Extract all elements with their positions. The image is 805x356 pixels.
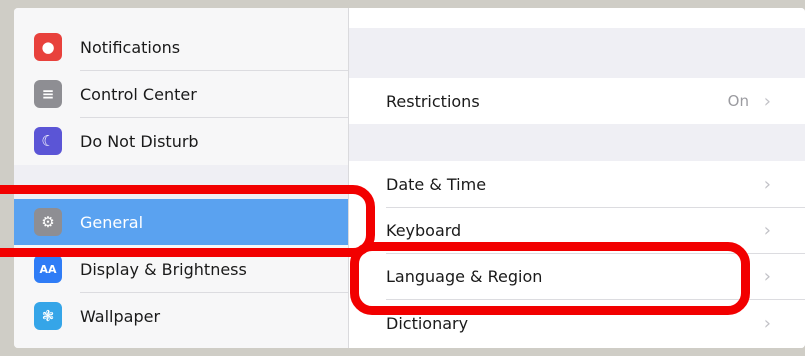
- notifications-icon: ●: [34, 33, 62, 61]
- display-brightness-icon: AA: [34, 255, 62, 283]
- sidebar-item-do-not-disturb[interactable]: ☾ Do Not Disturb: [14, 118, 348, 164]
- date-time-row[interactable]: Date & Time ›: [349, 161, 805, 207]
- keyboard-label: Keyboard: [386, 220, 462, 240]
- dictionary-row[interactable]: Dictionary ›: [349, 300, 805, 346]
- sidebar-item-notifications[interactable]: ● Notifications: [14, 24, 348, 70]
- general-detail-pane: Restrictions On › Date & Time › Keyboard…: [349, 8, 805, 348]
- restrictions-value: On: [727, 92, 749, 110]
- card-top: [349, 8, 805, 28]
- settings-sidebar: ● Notifications ≡ Control Center ☾ Do No…: [14, 8, 349, 348]
- sidebar-item-label: Notifications: [80, 37, 181, 57]
- control-center-icon: ≡: [34, 80, 62, 108]
- language-region-label: Language & Region: [386, 266, 543, 286]
- restrictions-label: Restrictions: [386, 91, 480, 111]
- sidebar-item-label: General: [80, 212, 144, 232]
- chevron-right-icon: ›: [763, 173, 771, 195]
- sidebar-item-display-brightness[interactable]: AA Display & Brightness: [14, 246, 348, 292]
- sidebar-item-wallpaper[interactable]: ❃ Wallpaper: [14, 293, 348, 339]
- chevron-right-icon: ›: [763, 219, 771, 241]
- sidebar-item-label: Display & Brightness: [80, 259, 247, 279]
- chevron-right-icon: ›: [763, 312, 771, 334]
- wallpaper-icon: ❃: [34, 302, 62, 330]
- date-time-label: Date & Time: [386, 174, 487, 194]
- sidebar-item-general[interactable]: ⚙ General: [14, 199, 348, 245]
- section-gap: [14, 165, 348, 199]
- dictionary-label: Dictionary: [386, 313, 469, 333]
- sidebar-item-control-center[interactable]: ≡ Control Center: [14, 71, 348, 117]
- moon-icon: ☾: [34, 127, 62, 155]
- sidebar-item-label: Do Not Disturb: [80, 131, 199, 151]
- keyboard-row[interactable]: Keyboard ›: [349, 207, 805, 253]
- chevron-right-icon: ›: [763, 90, 771, 112]
- gear-icon: ⚙: [34, 208, 62, 236]
- settings-window: ● Notifications ≡ Control Center ☾ Do No…: [14, 8, 805, 348]
- sidebar-item-label: Control Center: [80, 84, 197, 104]
- sidebar-item-label: Wallpaper: [80, 306, 161, 326]
- chevron-right-icon: ›: [763, 265, 771, 287]
- language-region-row[interactable]: Language & Region ›: [349, 253, 805, 299]
- restrictions-row[interactable]: Restrictions On ›: [349, 78, 805, 124]
